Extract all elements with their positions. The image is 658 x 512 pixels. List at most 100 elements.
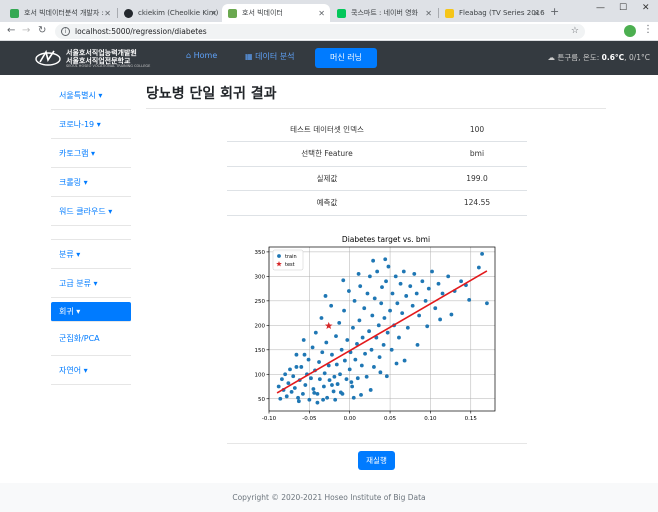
naver-icon: [337, 8, 346, 18]
train-point: [329, 303, 334, 308]
train-point: [394, 361, 399, 366]
new-tab-plus-icon[interactable]: +: [550, 5, 559, 18]
weather-temp: 0.6°C: [601, 53, 625, 62]
caret-down-icon: ▾: [91, 149, 96, 158]
sidebar-item-covid19[interactable]: 코로나-19 ▾: [51, 110, 131, 139]
window-close-icon[interactable]: ✕: [642, 3, 650, 13]
sidebar-item-seoul[interactable]: 서울특별시 ▾: [51, 81, 131, 110]
train-point: [313, 330, 318, 335]
train-point: [395, 301, 400, 306]
tab-label: 쿡스마트 : 네이버 영화: [351, 9, 418, 17]
info-icon[interactable]: i: [61, 27, 70, 36]
sidebar-item-classification[interactable]: 분류 ▾: [51, 240, 131, 269]
weather-prefix: 튼구름, 온도:: [557, 53, 602, 62]
tab-favicon-icon: [228, 8, 237, 18]
train-point: [278, 396, 283, 401]
sidebar-item-label: 회귀: [59, 307, 74, 316]
train-point: [333, 397, 338, 402]
train-point: [349, 380, 354, 385]
x-tick-label: 0.05: [384, 416, 397, 422]
y-tick-label: 250: [255, 299, 266, 305]
train-point: [292, 386, 297, 390]
train-point: [286, 381, 291, 385]
train-point: [377, 355, 382, 360]
logo-mark-icon: [35, 49, 61, 66]
sidebar-item-label: 고급 분류: [59, 279, 91, 288]
close-icon[interactable]: ✕: [104, 9, 111, 18]
sidebar-item-advanced-classification[interactable]: 고급 분류 ▾: [51, 269, 131, 298]
sidebar-item-cartogram[interactable]: 카토그램 ▾: [51, 139, 131, 168]
reload-icon[interactable]: ↻: [38, 25, 46, 36]
train-point: [351, 325, 355, 330]
imdb-icon: [445, 8, 454, 18]
train-point: [372, 296, 377, 301]
train-point: [426, 286, 431, 291]
train-point: [337, 320, 342, 325]
maximize-icon[interactable]: ☐: [619, 3, 627, 13]
forward-arrow-icon[interactable]: →: [22, 25, 30, 36]
chart-divider: [227, 443, 527, 444]
weather-info: ☁ 튼구름, 온도: 0.6°C, 0/1°C: [548, 52, 650, 63]
back-arrow-icon[interactable]: ←: [7, 25, 15, 36]
close-icon[interactable]: ✕: [425, 9, 432, 18]
browser-tab-4[interactable]: 쿡스마트 : 네이버 영화 ✕: [331, 4, 437, 22]
close-icon[interactable]: ✕: [318, 9, 325, 18]
train-point: [420, 279, 425, 284]
caret-down-icon: ▾: [98, 91, 103, 100]
tab-favicon-icon: [10, 8, 19, 18]
browser-tab-3-active[interactable]: 호서 빅데이터 ✕: [222, 4, 330, 22]
minimize-icon[interactable]: —: [596, 3, 605, 13]
browser-tab-5[interactable]: Fleabag (TV Series 2016–20 ✕: [439, 4, 545, 22]
row-key: 선택한 Feature: [227, 141, 427, 167]
rerun-button[interactable]: 재실행: [358, 451, 395, 470]
sidebar-item-wordcloud[interactable]: 워드 클라우드 ▾: [51, 197, 131, 226]
chart-title: Diabetes target vs. bmi: [342, 235, 430, 244]
train-point: [388, 308, 392, 313]
browser-tab-1[interactable]: 호서 빅데이터분석 개발자 : ✕: [4, 4, 116, 22]
nav-machine-learning-button[interactable]: 머신 러닝: [315, 48, 377, 68]
train-point: [301, 338, 306, 342]
hoseo-logo[interactable]: 서울호서직업능력개발원 서울호서직업전문학교 SEOUL HOSEO VOCAT…: [34, 46, 150, 70]
nav-home-link[interactable]: ⌂ Home: [186, 51, 217, 60]
chart-marks: [276, 251, 489, 405]
sidebar-item-clustering-pca[interactable]: 군집화/PCA: [51, 322, 131, 356]
train-point: [315, 391, 320, 396]
bookmark-star-icon[interactable]: ☆: [571, 24, 579, 39]
sidebar-item-crawling[interactable]: 크롤링 ▾: [51, 168, 131, 197]
table-row: 실제값 199.0: [227, 166, 527, 191]
browser-tab-2[interactable]: ckiekim (Cheolkie Kim) ✕: [118, 4, 222, 22]
train-point: [384, 279, 388, 284]
scatter-plot: Diabetes target vs. bmi -0.10 -0.05 0.00 0.…: [255, 235, 496, 422]
nav-data-analysis-link[interactable]: ▦ 데이터 분석: [245, 51, 294, 62]
browser-menu-icon[interactable]: ⋮: [643, 24, 653, 35]
chart-icon: ▦: [245, 52, 253, 61]
train-point: [303, 383, 308, 387]
close-icon[interactable]: ✕: [533, 9, 540, 18]
train-point: [440, 291, 445, 296]
train-point: [386, 264, 391, 269]
train-point: [436, 281, 441, 286]
train-point: [372, 365, 376, 369]
row-key: 예측값: [227, 190, 427, 216]
train-point: [351, 395, 356, 400]
train-point: [381, 343, 386, 347]
address-bar[interactable]: i localhost:5000/regression/diabetes ☆: [55, 24, 585, 39]
train-point: [324, 340, 329, 345]
sidebar-item-regression[interactable]: 회귀 ▾: [51, 302, 131, 322]
sidebar: 서울특별시 ▾ 코로나-19 ▾ 카토그램 ▾ 크롤링 ▾ 워드 클라우드 ▾ …: [51, 81, 131, 385]
train-point: [397, 335, 401, 340]
profile-avatar[interactable]: [624, 25, 636, 37]
tab-label: 호서 빅데이터: [242, 9, 283, 17]
legend-train-label: train: [285, 254, 297, 260]
sidebar-item-label: 군집화/PCA: [59, 334, 100, 343]
caret-down-icon: ▾: [83, 366, 88, 375]
close-icon[interactable]: ✕: [210, 9, 217, 18]
train-point: [339, 347, 344, 352]
train-point: [321, 397, 325, 402]
train-point: [276, 384, 281, 389]
train-point: [425, 324, 430, 329]
y-tick-label: 200: [255, 323, 266, 329]
train-point: [389, 347, 394, 352]
sidebar-item-nlp[interactable]: 자연어 ▾: [51, 356, 131, 385]
github-icon: [124, 8, 133, 18]
